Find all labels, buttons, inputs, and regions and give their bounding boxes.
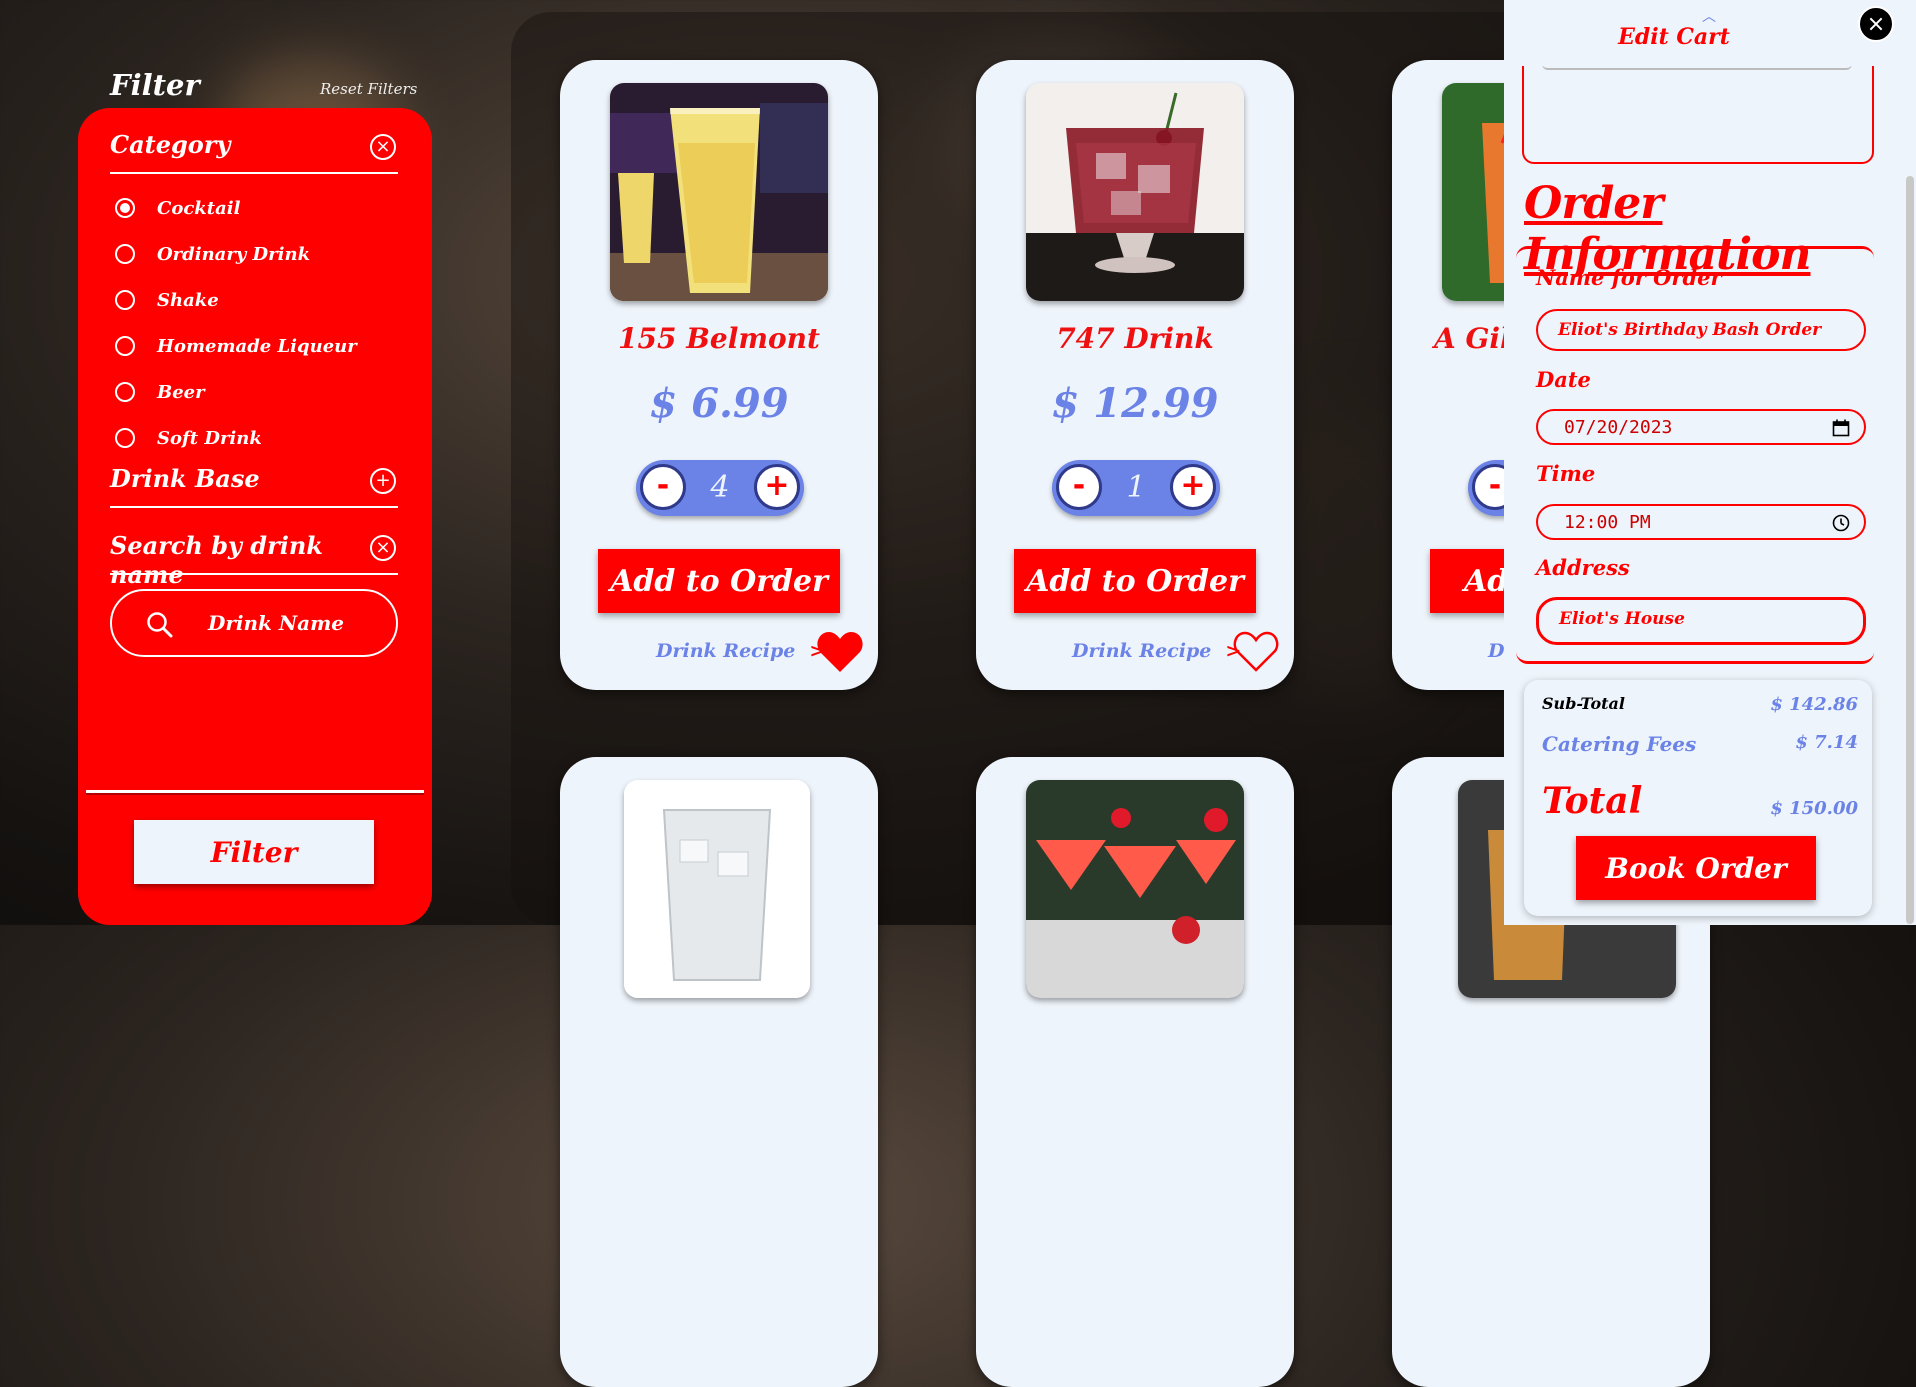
- expand-drink-base-icon[interactable]: +: [370, 468, 396, 494]
- radio-icon[interactable]: [115, 244, 135, 264]
- category-option-shake[interactable]: Shake: [115, 285, 219, 315]
- name-for-order-field[interactable]: Eliot's Birthday Bash Order: [1536, 309, 1866, 351]
- category-option-label: Homemade Liqueur: [157, 335, 357, 357]
- collapse-search-icon[interactable]: ×: [370, 535, 396, 561]
- category-header[interactable]: Category ×: [110, 128, 398, 174]
- decrease-quantity-button[interactable]: -: [1056, 464, 1102, 510]
- drink-recipe-label: Drink Recipe: [656, 640, 796, 662]
- order-information-form: Name for Order Eliot's Birthday Bash Ord…: [1516, 246, 1874, 664]
- date-value: 07/20/2023: [1564, 417, 1673, 438]
- name-for-order-label: Name for Order: [1536, 265, 1722, 290]
- catering-fees-label: Catering Fees: [1542, 732, 1697, 756]
- product-price: $ 6.99: [649, 380, 789, 427]
- reset-filters-link[interactable]: Reset Filters: [320, 80, 417, 98]
- category-option-label: Soft Drink: [157, 427, 262, 449]
- edit-cart-title[interactable]: Edit Cart: [1504, 24, 1844, 50]
- product-card: [560, 757, 878, 1387]
- product-card: 747 Drink $ 12.99 - 1 + Add to Order Dri…: [976, 60, 1294, 690]
- add-to-order-button[interactable]: Add to Order: [1014, 549, 1256, 613]
- product-image[interactable]: [1026, 780, 1244, 998]
- filter-button[interactable]: Filter: [134, 820, 374, 884]
- clock-icon[interactable]: [1832, 514, 1850, 532]
- collapse-category-icon[interactable]: ×: [370, 134, 396, 160]
- category-label: Category: [110, 130, 231, 159]
- product-price: $ 12.99: [1051, 380, 1219, 427]
- quantity-stepper: - 4 +: [636, 460, 804, 516]
- radio-icon[interactable]: [115, 290, 135, 310]
- category-option-soft-drink[interactable]: Soft Drink: [115, 423, 262, 453]
- cart-panel: ︿ Edit Cart Order Information Name for O…: [1504, 0, 1916, 925]
- cart-header: ︿ Edit Cart: [1504, 0, 1916, 66]
- address-value: Eliot's House: [1559, 609, 1685, 629]
- category-option-label: Ordinary Drink: [157, 243, 311, 265]
- time-label: Time: [1536, 461, 1596, 486]
- search-label: Search by drink name: [110, 531, 323, 589]
- filter-title: Filter: [110, 68, 200, 102]
- subtotal-label: Sub-Total: [1542, 694, 1625, 713]
- radio-icon[interactable]: [115, 336, 135, 356]
- product-name: 747 Drink: [1056, 322, 1214, 355]
- cart-scrollbar[interactable]: [1902, 0, 1916, 925]
- product-image[interactable]: [624, 780, 810, 998]
- category-option-label: Cocktail: [157, 197, 241, 219]
- drink-recipe-link[interactable]: Drink Recipe >: [1072, 640, 1241, 662]
- heart-filled-icon[interactable]: [816, 630, 864, 674]
- filter-panel: Category × Cocktail Ordinary Drink Shake…: [78, 108, 432, 925]
- date-label: Date: [1536, 367, 1591, 392]
- radio-selected-icon[interactable]: [115, 198, 135, 218]
- category-option-label: Beer: [157, 381, 205, 403]
- total-label: Total: [1542, 780, 1643, 822]
- product-name: 155 Belmont: [618, 322, 820, 355]
- date-field[interactable]: 07/20/2023: [1536, 409, 1866, 445]
- total-value: $ 150.00: [1770, 798, 1858, 819]
- time-field[interactable]: 12:00 PM: [1536, 504, 1866, 540]
- category-option-cocktail[interactable]: Cocktail: [115, 193, 240, 223]
- cart-scrollbar-thumb[interactable]: [1906, 176, 1914, 924]
- product-image[interactable]: [1026, 83, 1244, 301]
- order-summary: Sub-Total $ 142.86 Catering Fees $ 7.14 …: [1524, 680, 1872, 916]
- add-to-order-button[interactable]: Add to Order: [598, 549, 840, 613]
- product-card: 155 Belmont $ 6.99 - 4 + Add to Order Dr…: [560, 60, 878, 690]
- drink-base-label: Drink Base: [110, 464, 260, 493]
- drink-recipe-link[interactable]: Drink Recipe >: [656, 640, 825, 662]
- product-image[interactable]: [610, 83, 828, 301]
- category-option-ordinary-drink[interactable]: Ordinary Drink: [115, 239, 310, 269]
- drink-name-search-input[interactable]: Drink Name: [110, 589, 398, 657]
- drink-base-header[interactable]: Drink Base +: [110, 462, 398, 508]
- calendar-icon[interactable]: [1832, 419, 1850, 437]
- product-card: [976, 757, 1294, 1387]
- search-placeholder: Drink Name: [208, 611, 344, 635]
- drink-recipe-label: Drink Recipe: [1072, 640, 1212, 662]
- heart-outline-icon[interactable]: [1232, 630, 1280, 674]
- increase-quantity-button[interactable]: +: [754, 464, 800, 510]
- search-header[interactable]: Search by drink name ×: [110, 529, 398, 589]
- category-option-label: Shake: [157, 289, 219, 311]
- radio-icon[interactable]: [115, 428, 135, 448]
- quantity-stepper: - 1 +: [1052, 460, 1220, 516]
- decrease-quantity-button[interactable]: -: [640, 464, 686, 510]
- chevron-up-icon[interactable]: ︿: [1702, 6, 1716, 26]
- category-option-beer[interactable]: Beer: [115, 377, 205, 407]
- radio-icon[interactable]: [115, 382, 135, 402]
- category-option-homemade-liqueur[interactable]: Homemade Liqueur: [115, 331, 357, 361]
- close-icon[interactable]: [1858, 6, 1894, 42]
- book-order-button[interactable]: Book Order: [1576, 836, 1816, 900]
- cart-items-list[interactable]: [1522, 50, 1874, 164]
- address-label: Address: [1536, 555, 1630, 580]
- increase-quantity-button[interactable]: +: [1170, 464, 1216, 510]
- catering-fees-value: $ 7.14: [1795, 732, 1858, 753]
- address-field[interactable]: Eliot's House: [1536, 597, 1866, 645]
- search-icon: [147, 612, 173, 638]
- name-for-order-value: Eliot's Birthday Bash Order: [1558, 320, 1822, 340]
- time-value: 12:00 PM: [1564, 512, 1651, 533]
- subtotal-value: $ 142.86: [1770, 694, 1858, 715]
